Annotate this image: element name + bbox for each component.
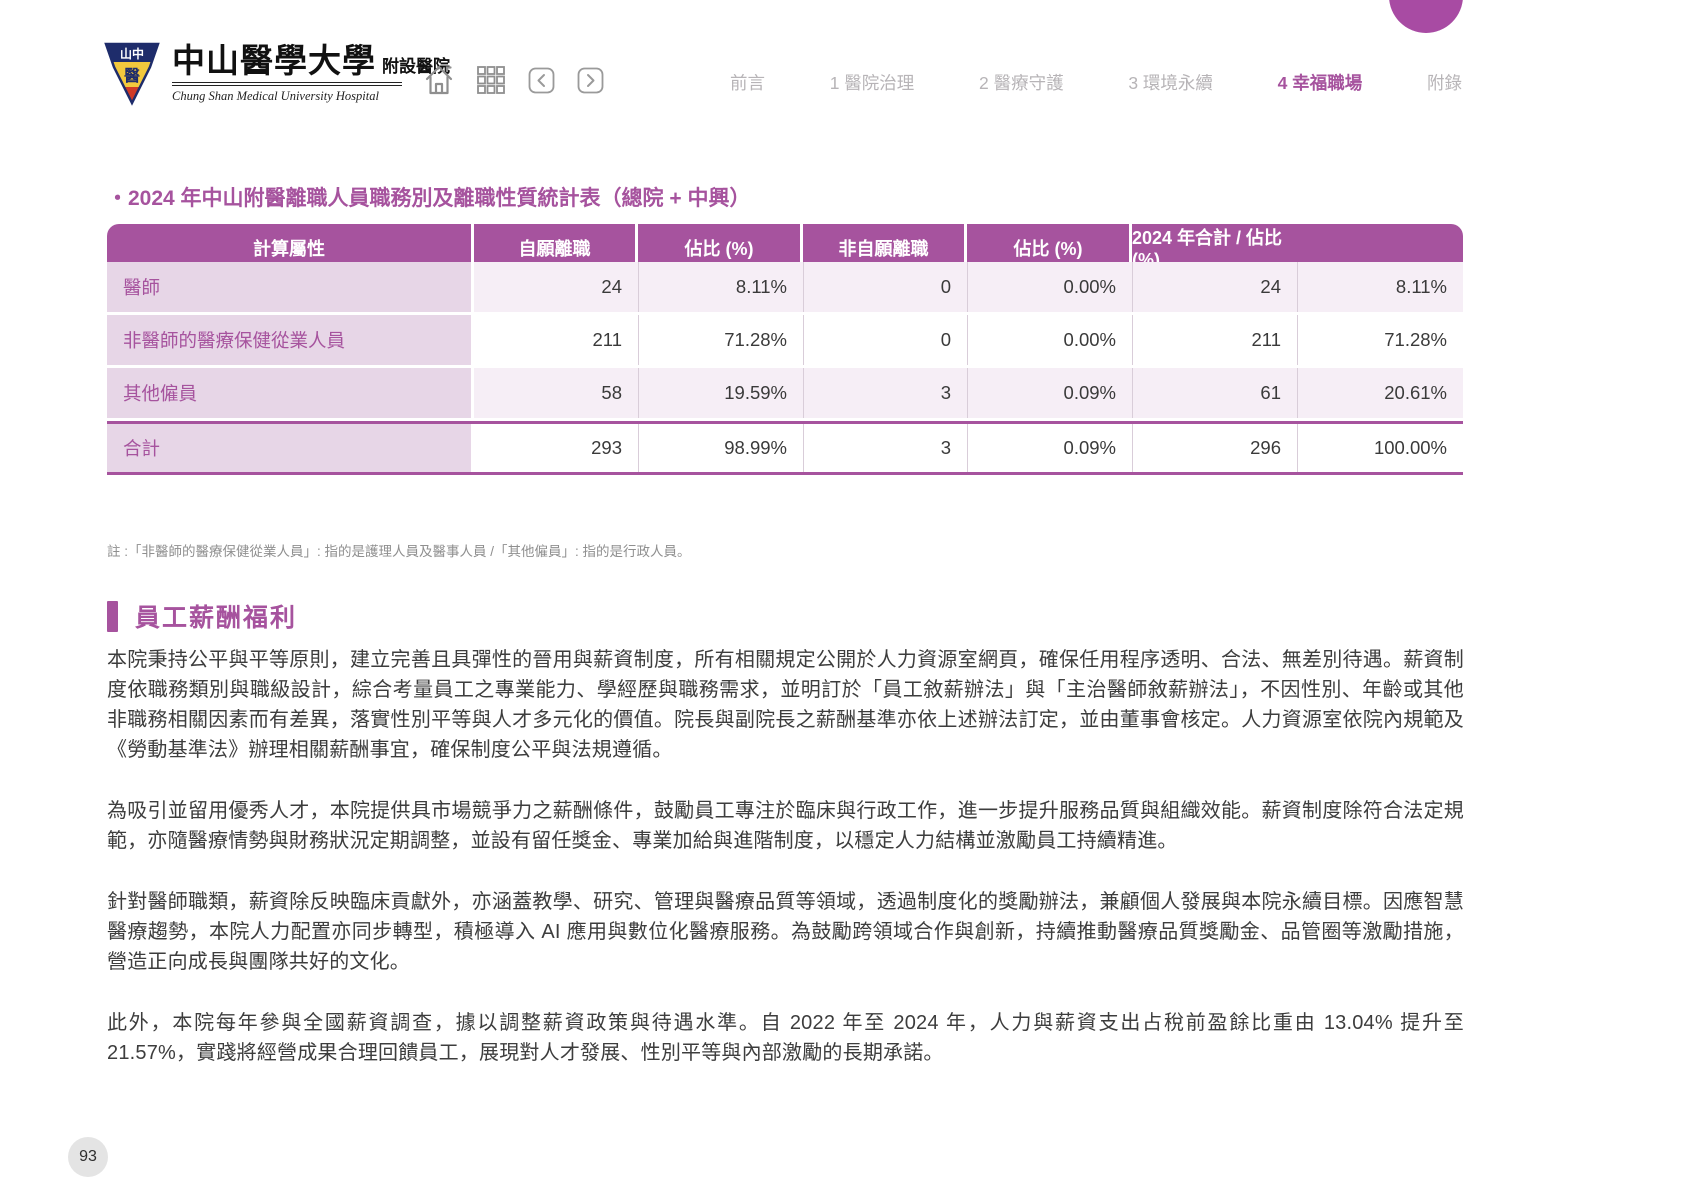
report-page: 山中 醫 中山醫學大學 附設醫院 Chung Shan Medical Univ… bbox=[0, 0, 1697, 1200]
nav-item-governance[interactable]: 1 醫院治理 bbox=[830, 70, 915, 95]
table-header-cell: 佔比 (%) bbox=[967, 224, 1132, 262]
paragraph: 針對醫師職類，薪資除反映臨床貢獻外，亦涵蓋教學、研究、管理與醫療品質等領域，透過… bbox=[107, 887, 1464, 977]
grid-icon bbox=[476, 65, 506, 95]
nav-item-appendix[interactable]: 附錄 bbox=[1427, 70, 1462, 95]
table-cell: 100.00% bbox=[1297, 424, 1463, 472]
table-header-cell: 佔比 (%) bbox=[638, 224, 803, 262]
table-cell: 24 bbox=[1132, 262, 1297, 312]
logo-name-zh: 中山醫學大學 bbox=[172, 46, 376, 79]
section-accent-bar bbox=[107, 601, 118, 632]
table-row: 非醫師的醫療保健從業人員 211 71.28% 0 0.00% 211 71.2… bbox=[107, 315, 1463, 368]
table-cell: 211 bbox=[474, 315, 638, 365]
table-cell: 3 bbox=[803, 424, 967, 472]
table-cell: 3 bbox=[803, 368, 967, 418]
row-label: 醫師 bbox=[107, 262, 474, 312]
table-header-cell: 2024 年合計 / 佔比 (%) bbox=[1132, 224, 1298, 262]
table-cell: 0.09% bbox=[967, 424, 1132, 472]
row-label: 非醫師的醫療保健從業人員 bbox=[107, 315, 474, 365]
logo-name-en: Chung Shan Medical University Hospital bbox=[172, 89, 402, 104]
section-heading: 員工薪酬福利 bbox=[107, 598, 297, 634]
table-header-row: 計算屬性 自願離職 佔比 (%) 非自願離職 佔比 (%) 2024 年合計 /… bbox=[107, 224, 1463, 262]
table-cell: 8.11% bbox=[638, 262, 803, 312]
table-header-cell: 非自願離職 bbox=[803, 224, 967, 262]
table-cell: 71.28% bbox=[638, 315, 803, 365]
table-header-cell: 計算屬性 bbox=[107, 224, 474, 262]
table-cell: 71.28% bbox=[1297, 315, 1463, 365]
chapter-nav: 前言 1 醫院治理 2 醫療守護 3 環境永續 4 幸福職場 附錄 bbox=[730, 70, 1462, 95]
table-row: 醫師 24 8.11% 0 0.00% 24 8.11% bbox=[107, 262, 1463, 315]
paragraph: 為吸引並留用優秀人才，本院提供具市場競爭力之薪酬條件，鼓勵員工專注於臨床與行政工… bbox=[107, 796, 1464, 856]
home-icon bbox=[424, 64, 454, 96]
grid-menu-button[interactable] bbox=[476, 65, 506, 95]
table-cell: 0 bbox=[803, 262, 967, 312]
header-toolbar bbox=[424, 64, 604, 96]
paragraph: 本院秉持公平與平等原則，建立完善且具彈性的晉用與薪資制度，所有相關規定公開於人力… bbox=[107, 645, 1464, 765]
table-cell: 293 bbox=[474, 424, 638, 472]
row-label: 合計 bbox=[107, 424, 474, 472]
row-label: 其他僱員 bbox=[107, 368, 474, 418]
page-number-badge: 93 bbox=[68, 1137, 108, 1177]
logo-divider bbox=[172, 82, 402, 86]
table-row: 其他僱員 58 19.59% 3 0.09% 61 20.61% bbox=[107, 368, 1463, 421]
next-page-button[interactable] bbox=[577, 67, 604, 94]
table-cell: 24 bbox=[474, 262, 638, 312]
hospital-logo-emblem: 山中 醫 bbox=[103, 42, 161, 106]
table-cell: 211 bbox=[1132, 315, 1297, 365]
prev-page-button[interactable] bbox=[528, 67, 555, 94]
nav-item-environment[interactable]: 3 環境永續 bbox=[1128, 70, 1213, 95]
table-cell: 20.61% bbox=[1297, 368, 1463, 418]
table-title: ・2024 年中山附醫離職人員職務別及離職性質統計表（總院 + 中興） bbox=[107, 182, 750, 212]
section-body: 本院秉持公平與平等原則，建立完善且具彈性的晉用與薪資制度，所有相關規定公開於人力… bbox=[107, 645, 1464, 1099]
table-cell: 58 bbox=[474, 368, 638, 418]
emblem-center-char: 醫 bbox=[124, 67, 140, 85]
hospital-logo-text: 中山醫學大學 附設醫院 Chung Shan Medical Universit… bbox=[172, 46, 402, 104]
table-total-row: 合計 293 98.99% 3 0.09% 296 100.00% bbox=[107, 421, 1463, 475]
table-cell: 19.59% bbox=[638, 368, 803, 418]
nav-item-medical-care[interactable]: 2 醫療守護 bbox=[979, 70, 1064, 95]
table-cell: 0.00% bbox=[967, 315, 1132, 365]
emblem-top-text: 山中 bbox=[120, 46, 144, 61]
turnover-stat-table: 計算屬性 自願離職 佔比 (%) 非自願離職 佔比 (%) 2024 年合計 /… bbox=[107, 224, 1463, 475]
table-cell: 0.00% bbox=[967, 262, 1132, 312]
chevron-left-icon bbox=[528, 67, 555, 94]
section-title: 員工薪酬福利 bbox=[135, 598, 297, 634]
table-cell: 98.99% bbox=[638, 424, 803, 472]
table-footnote: 註 :「非醫師的醫療保健從業人員」: 指的是護理人員及醫事人員 /「其他僱員」:… bbox=[107, 540, 691, 560]
table-header-cell: 自願離職 bbox=[474, 224, 638, 262]
paragraph: 此外，本院每年參與全國薪資調查，據以調整薪資政策與待遇水準。自 2022 年至 … bbox=[107, 1008, 1464, 1068]
table-cell: 61 bbox=[1132, 368, 1297, 418]
nav-item-happy-workplace[interactable]: 4 幸福職場 bbox=[1278, 70, 1363, 95]
chevron-right-icon bbox=[577, 67, 604, 94]
table-cell: 0 bbox=[803, 315, 967, 365]
home-button[interactable] bbox=[424, 64, 454, 96]
table-cell: 296 bbox=[1132, 424, 1297, 472]
table-cell: 0.09% bbox=[967, 368, 1132, 418]
nav-item-foreword[interactable]: 前言 bbox=[730, 70, 765, 95]
table-cell: 8.11% bbox=[1297, 262, 1463, 312]
decor-circle bbox=[1389, 0, 1463, 33]
